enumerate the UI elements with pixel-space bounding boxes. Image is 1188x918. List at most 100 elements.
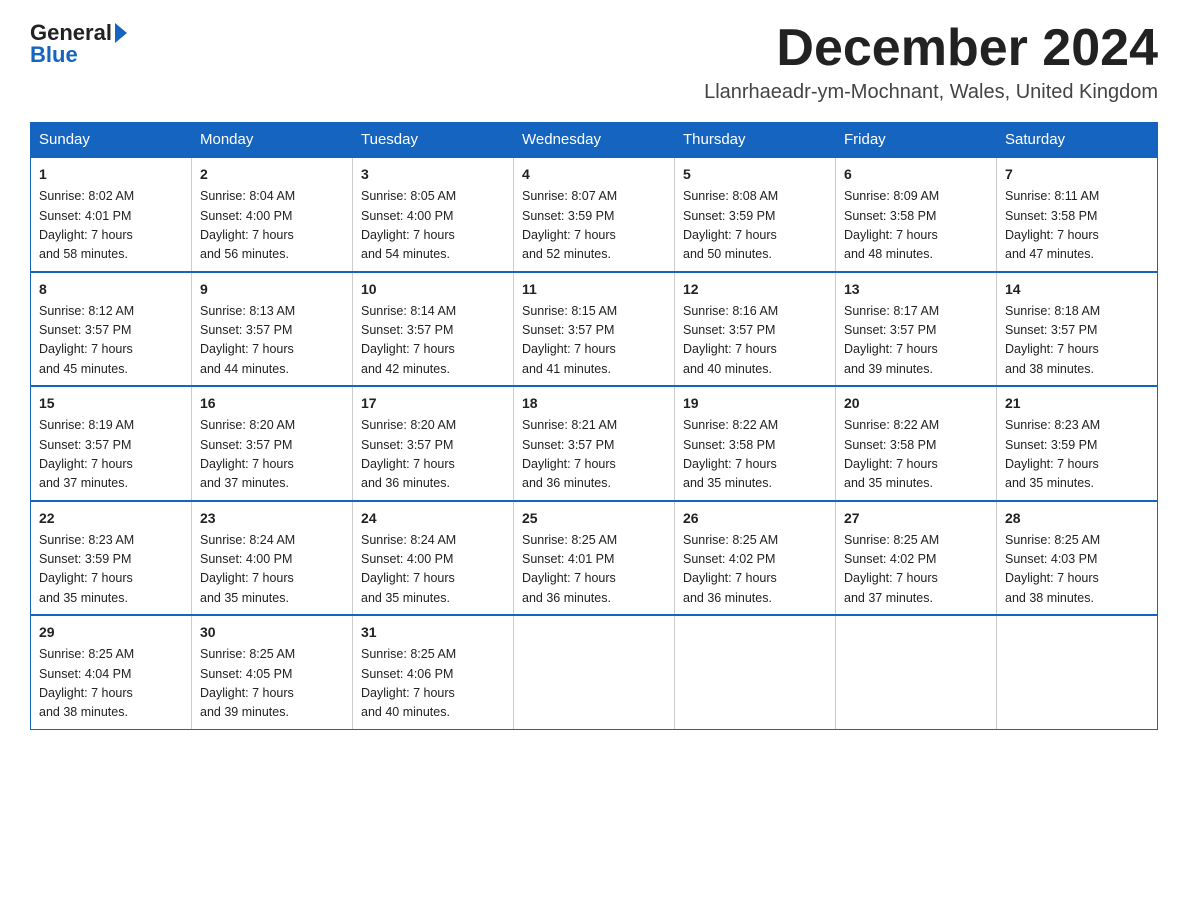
location: Llanrhaeadr-ym-Mochnant, Wales, United K…: [704, 81, 1158, 104]
logo: General Blue: [30, 20, 127, 68]
calendar-cell: 4Sunrise: 8:07 AMSunset: 3:59 PMDaylight…: [514, 157, 675, 272]
weekday-header-friday: Friday: [836, 123, 997, 158]
day-info: Sunrise: 8:25 AMSunset: 4:02 PMDaylight:…: [683, 531, 827, 609]
calendar-header-row: SundayMondayTuesdayWednesdayThursdayFrid…: [31, 123, 1158, 158]
calendar-cell: 18Sunrise: 8:21 AMSunset: 3:57 PMDayligh…: [514, 386, 675, 501]
day-info: Sunrise: 8:19 AMSunset: 3:57 PMDaylight:…: [39, 416, 183, 494]
day-info: Sunrise: 8:25 AMSunset: 4:02 PMDaylight:…: [844, 531, 988, 609]
calendar-cell: [997, 615, 1158, 729]
calendar-cell: 25Sunrise: 8:25 AMSunset: 4:01 PMDayligh…: [514, 501, 675, 616]
day-number: 10: [361, 279, 505, 300]
day-number: 30: [200, 622, 344, 643]
calendar-cell: [675, 615, 836, 729]
day-info: Sunrise: 8:20 AMSunset: 3:57 PMDaylight:…: [200, 416, 344, 494]
day-number: 7: [1005, 164, 1149, 185]
calendar-cell: 8Sunrise: 8:12 AMSunset: 3:57 PMDaylight…: [31, 272, 192, 387]
day-number: 24: [361, 508, 505, 529]
day-number: 1: [39, 164, 183, 185]
calendar-cell: 12Sunrise: 8:16 AMSunset: 3:57 PMDayligh…: [675, 272, 836, 387]
calendar-week-row: 15Sunrise: 8:19 AMSunset: 3:57 PMDayligh…: [31, 386, 1158, 501]
day-number: 22: [39, 508, 183, 529]
day-info: Sunrise: 8:24 AMSunset: 4:00 PMDaylight:…: [200, 531, 344, 609]
calendar-cell: 3Sunrise: 8:05 AMSunset: 4:00 PMDaylight…: [353, 157, 514, 272]
weekday-header-tuesday: Tuesday: [353, 123, 514, 158]
day-number: 8: [39, 279, 183, 300]
day-number: 29: [39, 622, 183, 643]
calendar-cell: 20Sunrise: 8:22 AMSunset: 3:58 PMDayligh…: [836, 386, 997, 501]
logo-blue: Blue: [30, 42, 78, 68]
calendar-cell: 10Sunrise: 8:14 AMSunset: 3:57 PMDayligh…: [353, 272, 514, 387]
day-number: 6: [844, 164, 988, 185]
day-number: 18: [522, 393, 666, 414]
day-info: Sunrise: 8:08 AMSunset: 3:59 PMDaylight:…: [683, 187, 827, 265]
day-number: 16: [200, 393, 344, 414]
calendar-cell: 5Sunrise: 8:08 AMSunset: 3:59 PMDaylight…: [675, 157, 836, 272]
day-info: Sunrise: 8:23 AMSunset: 3:59 PMDaylight:…: [1005, 416, 1149, 494]
day-info: Sunrise: 8:17 AMSunset: 3:57 PMDaylight:…: [844, 302, 988, 380]
weekday-header-sunday: Sunday: [31, 123, 192, 158]
month-title: December 2024: [704, 20, 1158, 77]
day-info: Sunrise: 8:05 AMSunset: 4:00 PMDaylight:…: [361, 187, 505, 265]
calendar-cell: [514, 615, 675, 729]
day-info: Sunrise: 8:11 AMSunset: 3:58 PMDaylight:…: [1005, 187, 1149, 265]
day-info: Sunrise: 8:22 AMSunset: 3:58 PMDaylight:…: [683, 416, 827, 494]
calendar-cell: [836, 615, 997, 729]
calendar-cell: 31Sunrise: 8:25 AMSunset: 4:06 PMDayligh…: [353, 615, 514, 729]
day-info: Sunrise: 8:25 AMSunset: 4:06 PMDaylight:…: [361, 645, 505, 723]
day-number: 31: [361, 622, 505, 643]
day-number: 27: [844, 508, 988, 529]
day-info: Sunrise: 8:02 AMSunset: 4:01 PMDaylight:…: [39, 187, 183, 265]
calendar-cell: 17Sunrise: 8:20 AMSunset: 3:57 PMDayligh…: [353, 386, 514, 501]
day-info: Sunrise: 8:07 AMSunset: 3:59 PMDaylight:…: [522, 187, 666, 265]
calendar-cell: 1Sunrise: 8:02 AMSunset: 4:01 PMDaylight…: [31, 157, 192, 272]
day-info: Sunrise: 8:22 AMSunset: 3:58 PMDaylight:…: [844, 416, 988, 494]
page-header: General Blue December 2024 Llanrhaeadr-y…: [30, 20, 1158, 104]
day-info: Sunrise: 8:25 AMSunset: 4:03 PMDaylight:…: [1005, 531, 1149, 609]
calendar-cell: 16Sunrise: 8:20 AMSunset: 3:57 PMDayligh…: [192, 386, 353, 501]
calendar-cell: 19Sunrise: 8:22 AMSunset: 3:58 PMDayligh…: [675, 386, 836, 501]
day-number: 9: [200, 279, 344, 300]
day-number: 25: [522, 508, 666, 529]
day-number: 12: [683, 279, 827, 300]
day-info: Sunrise: 8:25 AMSunset: 4:01 PMDaylight:…: [522, 531, 666, 609]
calendar-cell: 15Sunrise: 8:19 AMSunset: 3:57 PMDayligh…: [31, 386, 192, 501]
calendar-cell: 29Sunrise: 8:25 AMSunset: 4:04 PMDayligh…: [31, 615, 192, 729]
day-info: Sunrise: 8:21 AMSunset: 3:57 PMDaylight:…: [522, 416, 666, 494]
calendar-cell: 30Sunrise: 8:25 AMSunset: 4:05 PMDayligh…: [192, 615, 353, 729]
day-number: 4: [522, 164, 666, 185]
day-info: Sunrise: 8:04 AMSunset: 4:00 PMDaylight:…: [200, 187, 344, 265]
calendar-cell: 27Sunrise: 8:25 AMSunset: 4:02 PMDayligh…: [836, 501, 997, 616]
calendar-cell: 22Sunrise: 8:23 AMSunset: 3:59 PMDayligh…: [31, 501, 192, 616]
day-info: Sunrise: 8:16 AMSunset: 3:57 PMDaylight:…: [683, 302, 827, 380]
day-number: 17: [361, 393, 505, 414]
title-block: December 2024 Llanrhaeadr-ym-Mochnant, W…: [704, 20, 1158, 104]
calendar-cell: 6Sunrise: 8:09 AMSunset: 3:58 PMDaylight…: [836, 157, 997, 272]
calendar-cell: 21Sunrise: 8:23 AMSunset: 3:59 PMDayligh…: [997, 386, 1158, 501]
calendar-week-row: 22Sunrise: 8:23 AMSunset: 3:59 PMDayligh…: [31, 501, 1158, 616]
calendar-cell: 24Sunrise: 8:24 AMSunset: 4:00 PMDayligh…: [353, 501, 514, 616]
weekday-header-monday: Monday: [192, 123, 353, 158]
day-info: Sunrise: 8:18 AMSunset: 3:57 PMDaylight:…: [1005, 302, 1149, 380]
calendar-week-row: 29Sunrise: 8:25 AMSunset: 4:04 PMDayligh…: [31, 615, 1158, 729]
day-number: 23: [200, 508, 344, 529]
calendar-cell: 23Sunrise: 8:24 AMSunset: 4:00 PMDayligh…: [192, 501, 353, 616]
day-info: Sunrise: 8:09 AMSunset: 3:58 PMDaylight:…: [844, 187, 988, 265]
day-number: 3: [361, 164, 505, 185]
calendar-cell: 7Sunrise: 8:11 AMSunset: 3:58 PMDaylight…: [997, 157, 1158, 272]
day-number: 26: [683, 508, 827, 529]
calendar-cell: 9Sunrise: 8:13 AMSunset: 3:57 PMDaylight…: [192, 272, 353, 387]
calendar-week-row: 1Sunrise: 8:02 AMSunset: 4:01 PMDaylight…: [31, 157, 1158, 272]
day-info: Sunrise: 8:13 AMSunset: 3:57 PMDaylight:…: [200, 302, 344, 380]
day-info: Sunrise: 8:23 AMSunset: 3:59 PMDaylight:…: [39, 531, 183, 609]
calendar-table: SundayMondayTuesdayWednesdayThursdayFrid…: [30, 122, 1158, 730]
day-info: Sunrise: 8:20 AMSunset: 3:57 PMDaylight:…: [361, 416, 505, 494]
calendar-cell: 26Sunrise: 8:25 AMSunset: 4:02 PMDayligh…: [675, 501, 836, 616]
calendar-cell: 13Sunrise: 8:17 AMSunset: 3:57 PMDayligh…: [836, 272, 997, 387]
weekday-header-saturday: Saturday: [997, 123, 1158, 158]
calendar-cell: 28Sunrise: 8:25 AMSunset: 4:03 PMDayligh…: [997, 501, 1158, 616]
day-number: 14: [1005, 279, 1149, 300]
day-number: 2: [200, 164, 344, 185]
calendar-cell: 11Sunrise: 8:15 AMSunset: 3:57 PMDayligh…: [514, 272, 675, 387]
calendar-cell: 14Sunrise: 8:18 AMSunset: 3:57 PMDayligh…: [997, 272, 1158, 387]
day-number: 11: [522, 279, 666, 300]
